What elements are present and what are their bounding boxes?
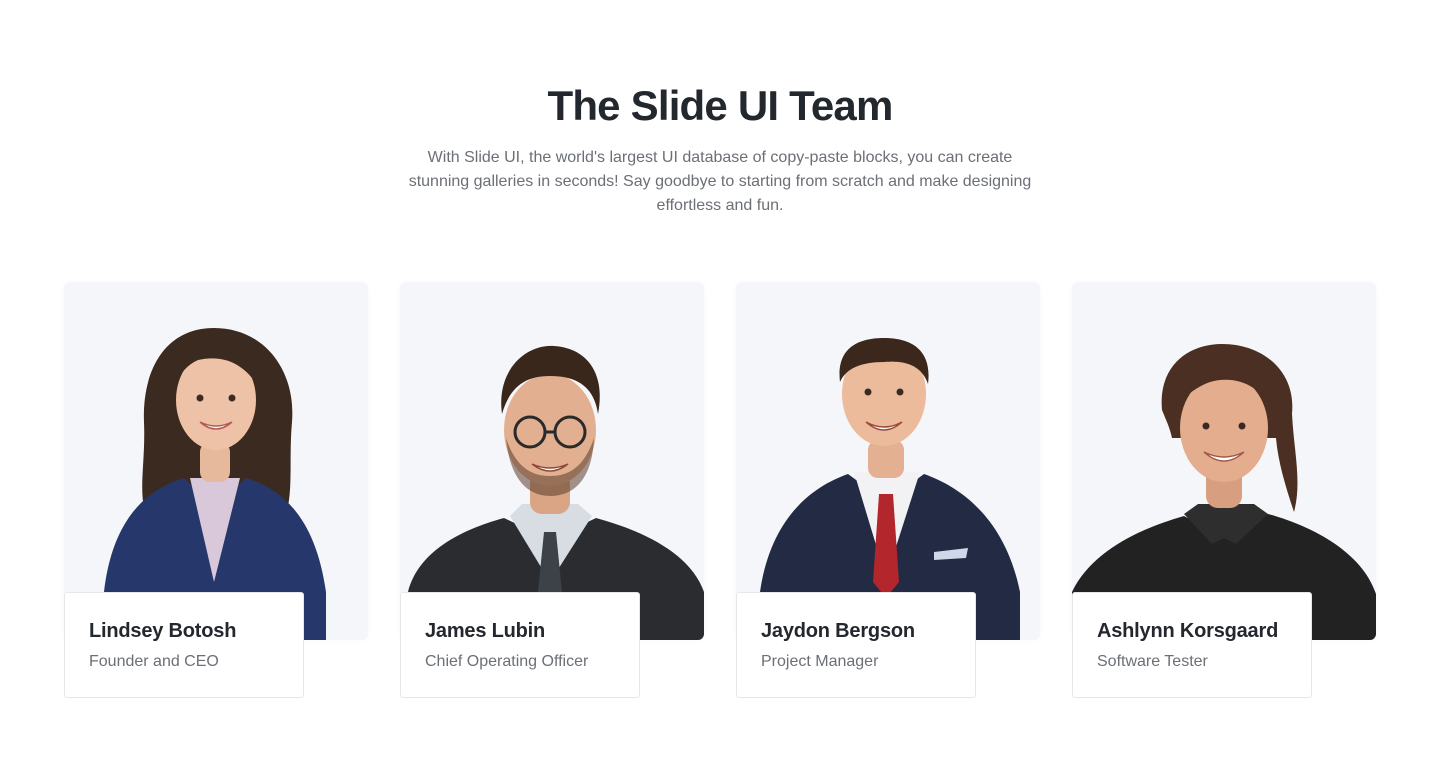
member-photo [64,282,368,640]
member-info: Lindsey Botosh Founder and CEO [64,592,304,698]
member-role: Software Tester [1097,653,1208,670]
member-photo [736,282,1040,640]
team-card-james-lubin[interactable]: James Lubin Chief Operating Officer [400,282,704,698]
member-info: James Lubin Chief Operating Officer [400,592,640,698]
member-role: Chief Operating Officer [425,653,589,670]
member-name: Jaydon Bergson [761,620,915,642]
member-info: Jaydon Bergson Project Manager [736,592,976,698]
member-name: Ashlynn Korsgaard [1097,620,1279,642]
member-photo [400,282,704,640]
team-card-ashlynn-korsgaard[interactable]: Ashlynn Korsgaard Software Tester [1072,282,1376,698]
member-info: Ashlynn Korsgaard Software Tester [1072,592,1312,698]
member-name: Lindsey Botosh [89,620,237,642]
member-role: Project Manager [761,653,879,670]
team-card-lindsey-botosh[interactable]: Lindsey Botosh Founder and CEO [64,282,368,698]
member-role: Founder and CEO [89,653,219,670]
team-card-jaydon-bergson[interactable]: Jaydon Bergson Project Manager [736,282,1040,698]
section-title: The Slide UI Team [547,82,893,129]
member-name: James Lubin [425,620,546,642]
section-subtitle: With Slide UI, the world's largest UI da… [408,149,1032,214]
member-photo [1072,282,1376,640]
